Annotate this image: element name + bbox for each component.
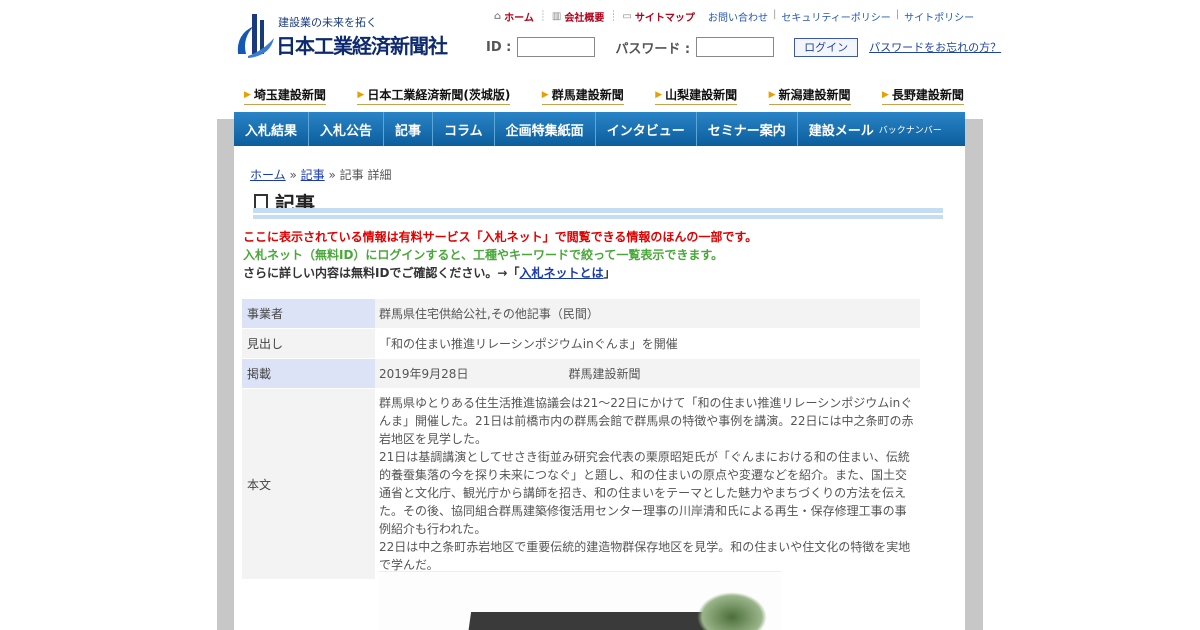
table-row: 掲載 2019年9月28日 群馬建設新聞 — [242, 358, 920, 389]
nav-seminars[interactable]: セミナー案内 — [697, 112, 798, 146]
published-date: 2019年9月28日 — [379, 366, 469, 381]
right-gutter — [965, 119, 983, 630]
notice-more-info: さらに詳しい内容は無料IDでご確認ください。→「入札ネットとは」 — [243, 264, 616, 281]
photo-tree — [697, 592, 767, 630]
breadcrumb-current: 記事 詳細 — [339, 168, 392, 182]
paper-link-yamanashi[interactable]: ▶ 山梨建設新聞 — [655, 86, 738, 105]
arrow-icon: ▶ — [768, 89, 776, 100]
table-row: 本文 群馬県ゆとりある住生活推進協議会は21～22日にかけて「和の住まい推進リレ… — [242, 388, 920, 580]
nav-sitemap-label: サイトマップ — [634, 13, 695, 24]
title-rule — [253, 208, 943, 219]
nav-articles[interactable]: 記事 — [384, 112, 434, 146]
nav-home-label: ホーム — [504, 13, 534, 24]
paper-label: 新潟建設新聞 — [778, 88, 851, 102]
main-nav: 入札結果 入札公告 記事 コラム 企画特集紙面 インタビュー セミナー案内 建設… — [234, 112, 965, 146]
building-icon: ▥ — [551, 11, 562, 22]
login-form: ID : パスワード : ログイン パスワードをお忘れの方？ — [486, 37, 1001, 57]
paper-link-nagano[interactable]: ▶ 長野建設新聞 — [882, 86, 964, 105]
body-paragraph: 21日は基調講演としてせさき街並み研究会代表の栗原昭矩氏が「ぐんまにおける和の住… — [379, 450, 910, 536]
published-paper: 群馬建設新聞 — [568, 366, 641, 381]
top-nav: ⌂ ホーム ┊ ▥ 会社概要 ┊ ▭ サイトマップ — [494, 9, 695, 24]
row-label-headline: 見出し — [242, 328, 375, 359]
home-icon: ⌂ — [494, 11, 502, 22]
sitemap-icon: ▭ — [622, 11, 632, 22]
password-input[interactable] — [696, 37, 775, 57]
separator: | — [773, 9, 777, 20]
nyusatsu-net-link[interactable]: 入札ネットとは — [519, 266, 603, 280]
nav-company[interactable]: ▥ 会社概要 — [552, 9, 604, 24]
paper-link-gunma[interactable]: ▶ 群馬建設新聞 — [541, 86, 624, 105]
nav-tender-notices[interactable]: 入札公告 — [309, 112, 385, 146]
logo-tagline: 建設業の未来を拓く — [278, 16, 377, 29]
row-value-published: 2019年9月28日 群馬建設新聞 — [375, 358, 920, 389]
nav-construction-mail-label: 建設メール — [808, 123, 874, 139]
nav-sitemap[interactable]: ▭ サイトマップ — [622, 9, 694, 24]
breadcrumb: ホーム » 記事 » 記事 詳細 — [250, 166, 391, 183]
separator: | — [895, 9, 900, 20]
body-paragraph: 22日は中之条町赤岩地区で重要伝統的建造物群保存地区を見学。和の住まいや住文化の… — [379, 540, 911, 572]
nav-tender-results[interactable]: 入札結果 — [234, 112, 310, 146]
newspaper-links: ▶ 埼玉建設新聞 ▶ 日本工業経済新聞(茨城版) ▶ 群馬建設新聞 ▶ 山梨建設新聞 ▶… — [244, 86, 964, 105]
utility-links: お問い合わせ | セキュリティーポリシー | サイトポリシー — [708, 9, 974, 24]
id-input[interactable] — [517, 37, 596, 57]
row-value-headline: 「和の住まい推進リレーシンポジウムinぐんま」を開催 — [375, 328, 920, 359]
table-row: 事業者 群馬県住宅供給公社,その他記事（民間） — [242, 299, 920, 329]
id-label: ID : — [486, 39, 512, 55]
paper-label: 日本工業経済新聞(茨城版) — [367, 88, 511, 102]
arrow-icon: ▶ — [882, 89, 889, 100]
paper-label: 山梨建設新聞 — [665, 88, 738, 102]
notice-paid-service: ここに表示されている情報は有料サービス「入札ネット」で閲覧できる情報のほんの一部… — [243, 230, 758, 244]
breadcrumb-home[interactable]: ホーム — [250, 168, 286, 182]
row-value-business: 群馬県住宅供給公社,その他記事（民間） — [375, 299, 920, 329]
logo-mark-icon — [237, 14, 274, 58]
nav-company-label: 会社概要 — [564, 13, 605, 24]
breadcrumb-articles[interactable]: 記事 — [301, 168, 325, 182]
notice-more-suffix: 」 — [603, 266, 616, 280]
arrow-icon: ▶ — [541, 89, 549, 100]
paper-label: 長野建設新聞 — [891, 88, 964, 102]
nav-interviews[interactable]: インタビュー — [596, 112, 697, 146]
link-security-policy[interactable]: セキュリティーポリシー — [781, 9, 890, 24]
nav-home[interactable]: ⌂ ホーム — [494, 9, 534, 24]
breadcrumb-separator: » — [328, 168, 336, 182]
logo-company-name: 日本工業経済新聞社 — [276, 34, 448, 58]
arrow-icon: ▶ — [357, 89, 365, 100]
nav-columns[interactable]: コラム — [433, 112, 495, 146]
separator: ┊ — [610, 11, 617, 22]
site-logo[interactable]: 建設業の未来を拓く 日本工業経済新聞社 — [234, 10, 474, 62]
paper-link-niigata[interactable]: ▶ 新潟建設新聞 — [768, 86, 851, 105]
paper-label: 埼玉建設新聞 — [253, 88, 326, 102]
nav-backnumber-label: バックナンバー — [878, 125, 942, 136]
article-photo — [379, 571, 781, 630]
breadcrumb-separator: » — [289, 168, 297, 182]
link-contact[interactable]: お問い合わせ — [708, 9, 768, 24]
left-gutter — [217, 119, 234, 630]
paper-label: 群馬建設新聞 — [551, 88, 624, 102]
link-site-policy[interactable]: サイトポリシー — [904, 9, 974, 24]
notice-free-id: 入札ネット（無料ID）にログインすると、工種やキーワードで絞って一覧表示できます… — [243, 248, 724, 262]
nav-special-features[interactable]: 企画特集紙面 — [495, 112, 596, 146]
forgot-password-link[interactable]: パスワードをお忘れの方？ — [869, 39, 1001, 55]
login-button[interactable]: ログイン — [794, 37, 859, 57]
arrow-icon: ▶ — [244, 89, 251, 100]
body-paragraph: 群馬県ゆとりある住生活推進協議会は21～22日にかけて「和の住まい推進リレーシン… — [379, 396, 914, 446]
row-label-business: 事業者 — [242, 299, 375, 329]
paper-link-saitama[interactable]: ▶ 埼玉建設新聞 — [244, 86, 326, 105]
arrow-icon: ▶ — [655, 89, 663, 100]
separator: ┊ — [539, 11, 546, 22]
notice-more-prefix: さらに詳しい内容は無料IDでご確認ください。→「 — [243, 266, 520, 280]
article-detail-table: 事業者 群馬県住宅供給公社,その他記事（民間） 見出し 「和の住まい推進リレーシ… — [242, 299, 920, 580]
nav-construction-mail[interactable]: 建設メール バックナンバー — [798, 112, 953, 146]
row-label-body: 本文 — [242, 388, 375, 580]
row-value-body: 群馬県ゆとりある住生活推進協議会は21～22日にかけて「和の住まい推進リレーシン… — [375, 388, 920, 580]
paper-link-ibaraki[interactable]: ▶ 日本工業経済新聞(茨城版) — [357, 86, 511, 105]
table-row: 見出し 「和の住まい推進リレーシンポジウムinぐんま」を開催 — [242, 328, 920, 359]
password-label: パスワード : — [615, 41, 691, 57]
row-label-published: 掲載 — [242, 358, 375, 389]
photo-roof — [466, 612, 712, 630]
